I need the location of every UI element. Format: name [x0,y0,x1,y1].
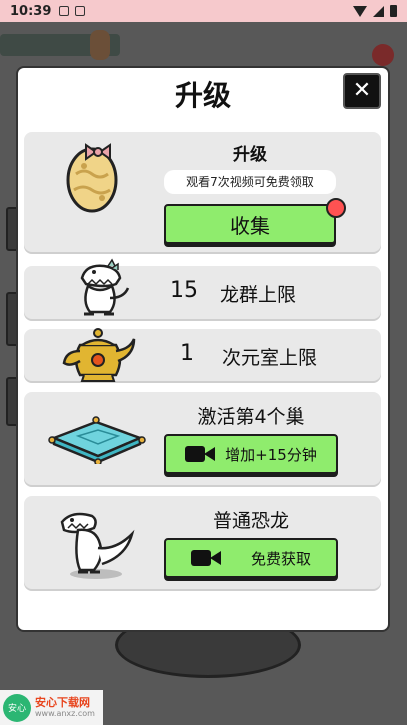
add-time-button-label: 增加+15分钟 [225,445,317,464]
signal-icon [373,5,384,17]
video-camera-icon [190,548,221,568]
room-limit-value: 1 [180,341,194,366]
nest-card-title: 激活第4个巢 [197,406,305,428]
room-limit-label: 次元室上限 [222,347,318,369]
notification-a-icon [59,6,70,16]
watermark-text: 安心下载网 www.anxz.com [35,696,95,719]
dino-card-title: 普通恐龙 [212,510,289,532]
free-get-button[interactable]: 免费获取 [164,538,338,578]
watermark-title: 安心下载网 [35,696,90,709]
background-scroll-end [90,30,110,60]
status-indicators [353,5,397,17]
upgrade-dialog: 升级 ✕ 升级 观看7次视频可免费领取 收集 15 龙群上限 1 次元室上限 激… [18,68,388,630]
collect-button-label: 收集 [230,213,270,238]
add-time-button[interactable]: 增加+15分钟 [164,434,338,474]
collect-button[interactable]: 收集 [164,204,336,244]
close-icon: ✕ [352,78,372,103]
status-bar: 10:39 [0,0,407,22]
dinosaur-icon [60,512,135,579]
dragon-icon [80,258,130,316]
nest-card: 激活第4个巢 增加+15分钟 [24,392,381,487]
golden-egg-icon [66,143,118,213]
watermark: 安心 安心下载网 www.anxz.com [0,690,103,725]
room-limit-card: 1 次元室上限 [24,328,381,383]
video-hint: 观看7次视频可免费领取 [164,170,336,194]
notification-image-icon [75,6,86,16]
dragon-limit-value: 15 [170,278,198,303]
upgrade-card-title: 升级 [233,145,267,165]
background-ornament [372,44,394,66]
dragon-limit-card: 15 龙群上限 [24,258,381,321]
dragon-limit-label: 龙群上限 [220,284,297,306]
close-button[interactable]: ✕ [343,73,381,109]
dino-card: 普通恐龙 免费获取 [24,496,381,591]
upgrade-card: 升级 观看7次视频可免费领取 收集 [24,132,381,254]
video-camera-icon [185,444,216,464]
free-get-button-label: 免费获取 [250,549,311,568]
status-time: 10:39 [10,3,52,19]
watermark-logo: 安心 [3,693,31,722]
battery-icon [390,5,397,17]
cushion-nest-icon [48,416,146,464]
dialog-title: 升级 [174,79,231,112]
watermark-url: www.anxz.com [35,709,95,718]
wifi-icon [353,5,367,17]
notification-dot [326,198,346,218]
golden-teapot-icon [62,328,136,382]
